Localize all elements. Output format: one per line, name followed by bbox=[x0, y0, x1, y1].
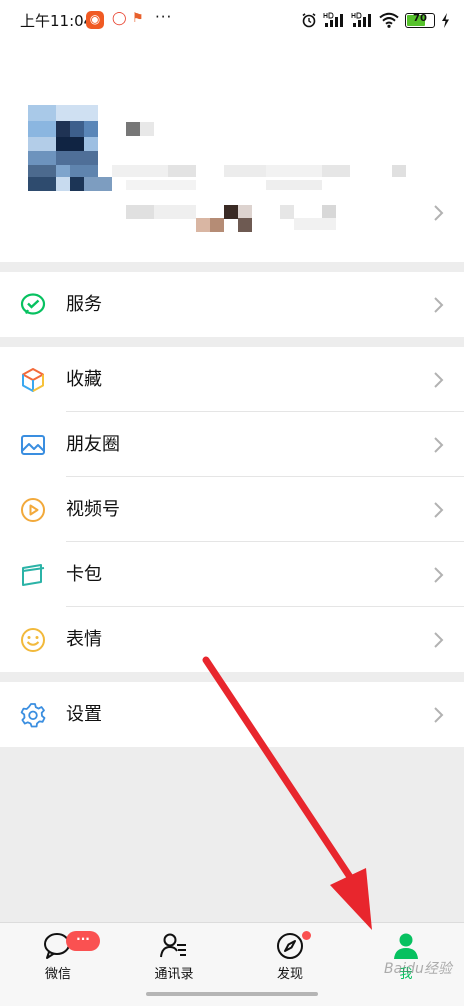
signal-hd-icon bbox=[323, 12, 343, 27]
menu-item-label: 朋友圈 bbox=[66, 434, 120, 455]
battery-icon: 70 bbox=[405, 12, 435, 28]
shield-notification-icon: ◯ bbox=[112, 11, 127, 26]
chevron-right-icon bbox=[434, 502, 444, 518]
home-indicator[interactable] bbox=[146, 992, 318, 996]
tab-contacts[interactable]: 通讯录 bbox=[116, 923, 232, 993]
status-time: 上午11:04 bbox=[20, 12, 94, 30]
watermark: Baidu经验 bbox=[384, 961, 452, 977]
charging-icon bbox=[442, 12, 449, 28]
status-icons: 70 bbox=[301, 11, 450, 29]
chevron-right-icon bbox=[434, 437, 444, 453]
person-icon bbox=[394, 933, 418, 959]
unread-badge: ··· bbox=[66, 931, 100, 951]
menu-item-cards[interactable]: 卡包 bbox=[0, 542, 464, 607]
menu-item-settings[interactable]: 设置 bbox=[0, 682, 464, 747]
menu-item-label: 设置 bbox=[66, 704, 102, 725]
channels-play-icon bbox=[21, 498, 45, 522]
menu-item-label: 视频号 bbox=[66, 499, 120, 520]
moments-photo-icon bbox=[21, 435, 45, 455]
app-notification-icon: ◉ bbox=[86, 11, 104, 29]
menu-item-moments[interactable]: 朋友圈 bbox=[0, 412, 464, 477]
chevron-right-icon bbox=[434, 205, 444, 221]
feature-group: 收藏 朋友圈 视频号 卡包 表情 bbox=[0, 347, 464, 672]
settings-group: 设置 bbox=[0, 682, 464, 747]
tab-label: 微信 bbox=[44, 967, 71, 982]
menu-item-favorites[interactable]: 收藏 bbox=[0, 347, 464, 412]
compass-icon bbox=[277, 933, 303, 959]
chevron-right-icon bbox=[434, 567, 444, 583]
tab-discover[interactable]: 发现 bbox=[232, 923, 348, 993]
menu-item-label: 表情 bbox=[66, 629, 102, 650]
wechat-pay-icon bbox=[20, 293, 46, 315]
tab-label: 通讯录 bbox=[154, 967, 194, 982]
service-group: 服务 bbox=[0, 272, 464, 337]
alarm-icon bbox=[302, 13, 316, 28]
menu-item-channels[interactable]: 视频号 bbox=[0, 477, 464, 542]
chevron-right-icon bbox=[434, 707, 444, 723]
signal-hd-2-icon bbox=[351, 12, 371, 27]
gear-icon bbox=[20, 703, 46, 728]
profile-card[interactable] bbox=[0, 40, 464, 262]
menu-item-label: 卡包 bbox=[66, 564, 102, 585]
chevron-right-icon bbox=[434, 632, 444, 648]
contacts-icon bbox=[160, 933, 186, 958]
flag-notification-icon: ⚑ bbox=[132, 11, 144, 26]
favorites-cube-icon bbox=[22, 368, 44, 392]
menu-item-service[interactable]: 服务 bbox=[0, 272, 464, 337]
chevron-right-icon bbox=[434, 372, 444, 388]
status-bar: 上午11:04 ◉ ◯ ⚑ ··· 70 bbox=[0, 0, 464, 40]
tab-label: 发现 bbox=[276, 967, 303, 982]
new-badge-dot bbox=[302, 931, 311, 940]
sticker-smile-icon bbox=[21, 628, 45, 652]
battery-level: 70 bbox=[413, 12, 427, 24]
chevron-right-icon bbox=[434, 297, 444, 313]
menu-item-label: 服务 bbox=[66, 294, 102, 315]
card-wallet-icon bbox=[22, 564, 45, 586]
menu-item-label: 收藏 bbox=[66, 369, 102, 390]
more-notifications-icon: ··· bbox=[155, 8, 173, 26]
wifi-icon bbox=[379, 12, 399, 28]
menu-item-stickers[interactable]: 表情 bbox=[0, 607, 464, 672]
tab-chats[interactable]: ··· 微信 bbox=[0, 923, 116, 993]
